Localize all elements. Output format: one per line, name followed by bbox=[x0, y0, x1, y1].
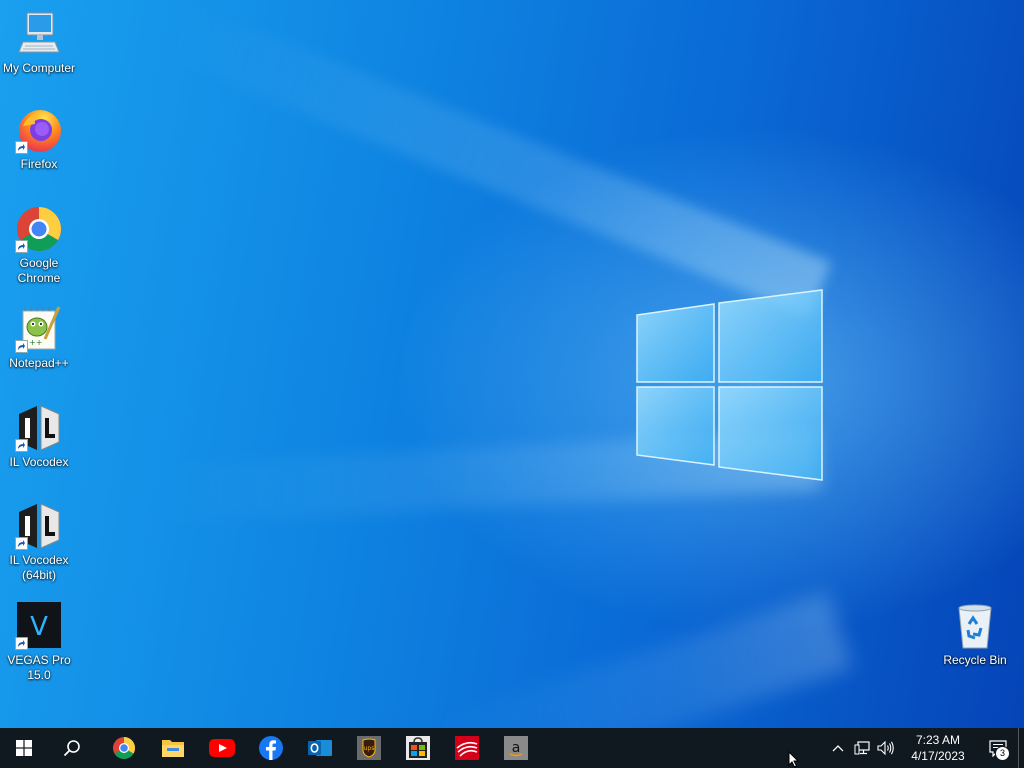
taskbar-app-chrome[interactable] bbox=[99, 728, 148, 768]
desktop-icon-il-vocodex-64bit[interactable]: IL Vocodex (64bit) bbox=[0, 502, 78, 583]
clock[interactable]: 7:23 AM 4/17/2023 bbox=[898, 732, 978, 764]
desktop-icon-label: IL Vocodex (64bit) bbox=[9, 553, 69, 582]
bank-of-america-icon bbox=[454, 736, 479, 760]
taskbar: ups a 7:23 AM 4/17/2023 3 bbox=[0, 728, 1024, 768]
clock-date: 4/17/2023 bbox=[911, 749, 965, 763]
svg-text:a: a bbox=[511, 740, 520, 756]
desktop-icon-il-vocodex[interactable]: IL Vocodex bbox=[0, 404, 78, 470]
start-button[interactable] bbox=[0, 728, 48, 768]
windows-logo-wallpaper bbox=[636, 289, 823, 481]
desktop-icon-label: Firefox bbox=[20, 157, 58, 171]
shortcut-arrow-icon bbox=[15, 240, 28, 253]
desktop-icon-label: Google Chrome bbox=[17, 256, 61, 285]
shortcut-arrow-icon bbox=[15, 141, 28, 154]
shortcut-arrow-icon bbox=[15, 439, 28, 452]
taskbar-app-amazon[interactable]: a bbox=[491, 728, 540, 768]
il-vocodex-icon bbox=[15, 502, 63, 550]
taskbar-app-outlook[interactable] bbox=[295, 728, 344, 768]
desktop-icon-label: Recycle Bin bbox=[943, 653, 1007, 667]
taskbar-app-file-explorer[interactable] bbox=[148, 728, 197, 768]
clock-time: 7:23 AM bbox=[915, 733, 961, 747]
desktop-icon-label: VEGAS Pro 15.0 bbox=[7, 653, 71, 682]
vegas-pro-icon: V bbox=[15, 602, 63, 650]
desktop-wallpaper: My Computer Firefox Google Chrome ++ Not… bbox=[0, 0, 1024, 728]
store-icon bbox=[405, 736, 430, 760]
taskbar-app-facebook[interactable] bbox=[246, 728, 295, 768]
desktop-icon-recycle-bin[interactable]: Recycle Bin bbox=[936, 602, 1014, 668]
desktop-icon-label: IL Vocodex bbox=[9, 455, 69, 469]
light-beam bbox=[159, 0, 832, 318]
facebook-icon bbox=[258, 736, 283, 760]
ups-icon: ups bbox=[356, 736, 381, 760]
network-icon bbox=[854, 741, 870, 755]
svg-text:++: ++ bbox=[29, 338, 42, 347]
file-explorer-icon bbox=[161, 740, 184, 757]
system-tray: 7:23 AM 4/17/2023 3 bbox=[826, 728, 1024, 768]
light-beam bbox=[428, 591, 853, 728]
taskbar-app-youtube[interactable] bbox=[197, 728, 246, 768]
search-icon bbox=[63, 740, 80, 757]
network-button[interactable] bbox=[850, 728, 874, 768]
youtube-icon bbox=[208, 739, 235, 757]
windows-start-icon bbox=[16, 740, 32, 756]
action-center-button[interactable]: 3 bbox=[978, 728, 1018, 768]
taskbar-app-ups[interactable]: ups bbox=[344, 728, 393, 768]
volume-icon bbox=[877, 741, 894, 755]
desktop-icon-label: My Computer bbox=[2, 61, 76, 75]
desktop-icon-label: Notepad++ bbox=[9, 356, 69, 370]
mouse-cursor-icon bbox=[788, 751, 800, 768]
computer-icon bbox=[15, 10, 63, 58]
svg-text:ups: ups bbox=[363, 745, 374, 752]
outlook-icon bbox=[307, 740, 332, 756]
desktop-icon-vegas-pro[interactable]: V VEGAS Pro 15.0 bbox=[0, 602, 78, 683]
chevron-up-icon bbox=[832, 745, 844, 752]
chrome-icon bbox=[15, 205, 63, 253]
taskbar-app-store[interactable] bbox=[393, 728, 442, 768]
volume-button[interactable] bbox=[874, 728, 898, 768]
search-button[interactable] bbox=[48, 728, 96, 768]
desktop-icon-notepadpp[interactable]: ++ Notepad++ bbox=[0, 305, 78, 371]
il-vocodex-icon bbox=[15, 404, 63, 452]
notepadpp-icon: ++ bbox=[15, 305, 63, 353]
show-hidden-icons-button[interactable] bbox=[826, 728, 850, 768]
desktop-icon-google-chrome[interactable]: Google Chrome bbox=[0, 205, 78, 286]
shortcut-arrow-icon bbox=[15, 340, 28, 353]
recycle-bin-icon bbox=[951, 602, 999, 650]
show-desktop-button[interactable] bbox=[1018, 728, 1024, 768]
svg-text:V: V bbox=[30, 612, 48, 642]
amazon-icon: a bbox=[503, 736, 528, 760]
notification-count-badge: 3 bbox=[995, 746, 1010, 761]
desktop-icon-my-computer[interactable]: My Computer bbox=[0, 10, 78, 76]
shortcut-arrow-icon bbox=[15, 637, 28, 650]
chrome-icon bbox=[112, 737, 135, 759]
firefox-icon bbox=[15, 106, 63, 154]
desktop-icon-firefox[interactable]: Firefox bbox=[0, 106, 78, 172]
taskbar-app-bank-of-america[interactable] bbox=[442, 728, 491, 768]
shortcut-arrow-icon bbox=[15, 537, 28, 550]
